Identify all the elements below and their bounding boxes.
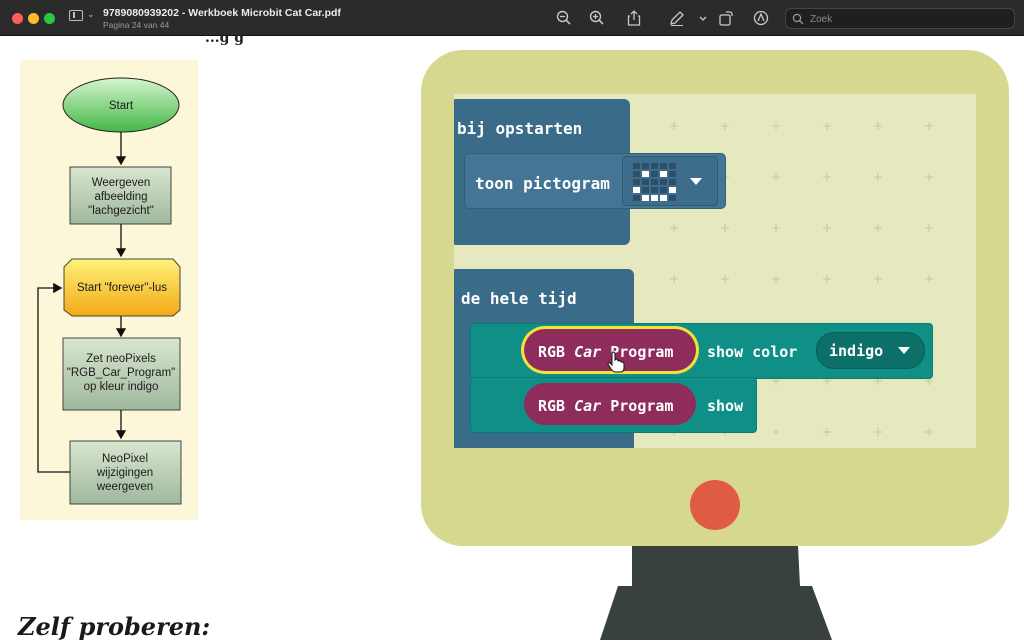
close-window-button[interactable] [12, 13, 23, 24]
markup-pen-icon[interactable] [668, 9, 686, 27]
pdf-toolbar: ⌄ 9789080939202 - Werkboek Microbit Cat … [0, 0, 1024, 36]
annotate-icon[interactable] [752, 9, 770, 27]
rotate-icon[interactable] [717, 9, 735, 27]
color-value: indigo [829, 342, 884, 360]
step3-line2: wijzigingen [96, 467, 153, 479]
section-heading: Zelf proberen: [18, 612, 211, 641]
on-start-label: bij opstarten [457, 119, 583, 138]
dropdown-arrow-icon [690, 178, 702, 185]
step1-line3: "lachgezicht" [88, 205, 154, 217]
partial-heading: ...g g [205, 30, 245, 46]
power-button [690, 480, 740, 530]
minimize-window-button[interactable] [28, 13, 39, 24]
maximize-window-button[interactable] [44, 13, 55, 24]
sidebar-toggle-icon[interactable] [69, 10, 83, 21]
start-label: Start [109, 100, 134, 112]
forever-label: de hele tijd [461, 289, 577, 308]
step1-line2: afbeelding [94, 191, 147, 203]
loop-label: Start "forever"-lus [77, 282, 167, 294]
step2-line3: op kleur indigo [84, 381, 159, 393]
step1-line1: Weergeven [92, 177, 151, 189]
step2-line2: "RGB_Car_Program" [67, 367, 176, 379]
show-label: show [707, 397, 744, 415]
show-color-label: show color [707, 343, 798, 361]
zoom-in-icon[interactable] [588, 9, 606, 27]
document-title: 9789080939202 - Werkboek Microbit Cat Ca… [103, 7, 341, 19]
color-dropdown[interactable]: indigo [816, 332, 925, 369]
strip-variable-text-2: RGB Car Program [538, 397, 674, 415]
markup-chevron-icon[interactable] [694, 9, 707, 27]
show-icon-label: toon pictogram [475, 174, 610, 193]
flowchart-panel: Start Weergeven afbeelding "lachgezicht"… [20, 60, 198, 520]
hand-cursor-icon [607, 351, 625, 373]
step2-line1: Zet neoPixels [86, 353, 156, 365]
page-indicator: Pagina 24 van 44 [103, 20, 170, 30]
flowchart-diagram: Start Weergeven afbeelding "lachgezicht"… [37, 77, 182, 505]
step3-line1: NeoPixel [102, 453, 148, 465]
zoom-out-icon[interactable] [555, 9, 573, 27]
monitor-screen: bij opstarten toon pictogram de hele tij… [454, 94, 976, 448]
search-input[interactable] [808, 11, 1012, 28]
search-icon [792, 13, 804, 25]
monitor-stand [600, 546, 832, 640]
search-field[interactable] [785, 8, 1015, 29]
share-icon[interactable] [625, 9, 643, 27]
dropdown-arrow-icon [898, 347, 910, 354]
smiley-pictogram-icon [633, 163, 676, 201]
step3-line3: weergeven [96, 481, 153, 493]
strip-variable-text: RGB Car Program [538, 343, 674, 361]
pictogram-dropdown[interactable] [622, 156, 718, 206]
chevron-down-icon[interactable]: ⌄ [87, 9, 95, 20]
